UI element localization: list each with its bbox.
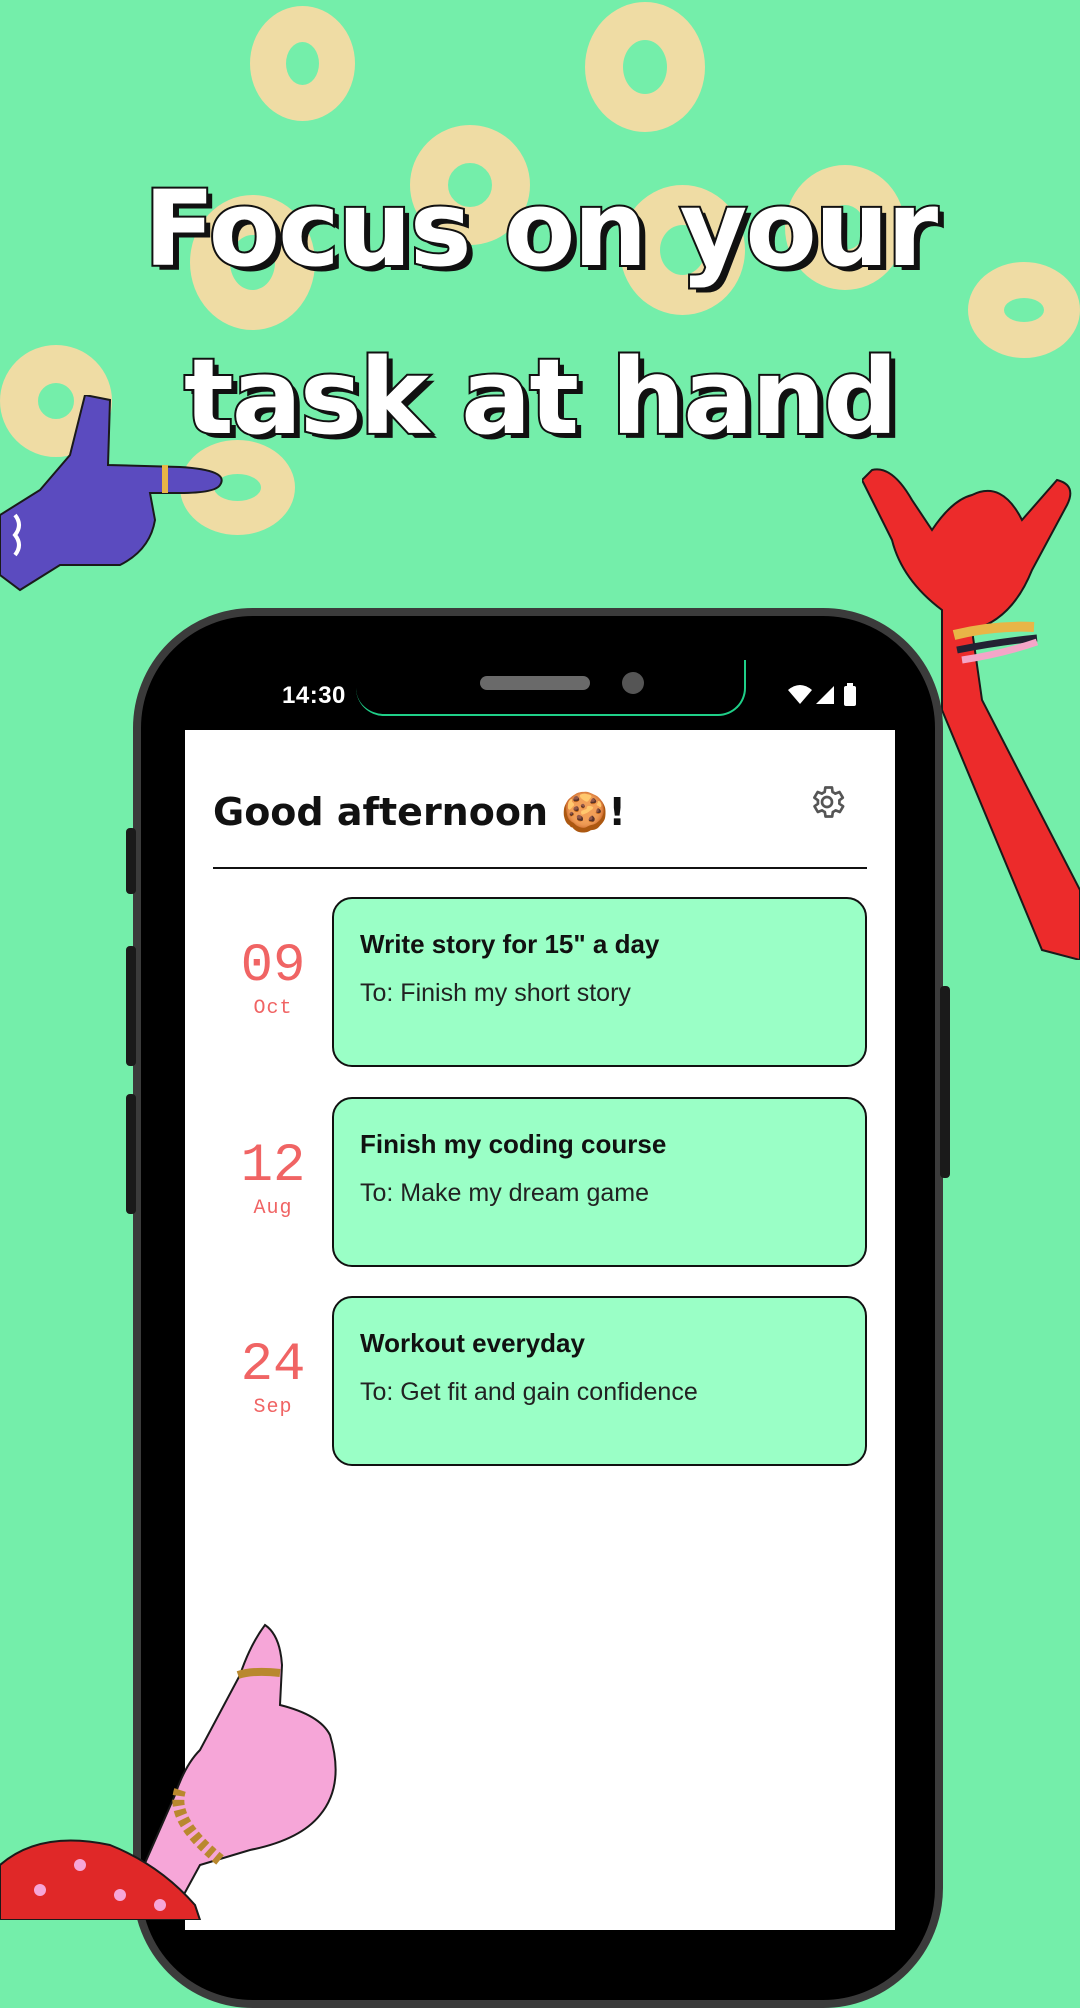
greeting-title: Good afternoon 🍪! — [213, 790, 626, 834]
task-date: 24 Sep — [213, 1335, 333, 1420]
task-card[interactable]: Workout everyday To: Get fit and gain co… — [332, 1296, 867, 1466]
task-month: Aug — [253, 1197, 293, 1220]
task-date: 09 Oct — [213, 936, 333, 1021]
headline-line-1: Focus on your — [142, 166, 940, 292]
task-month: Sep — [253, 1396, 293, 1419]
speaker-grille — [480, 676, 590, 690]
phone-side-button — [126, 828, 136, 894]
phone-side-button — [940, 986, 950, 1178]
task-goal: To: Get fit and gain confidence — [360, 1378, 698, 1406]
signal-icon — [816, 686, 834, 704]
status-time: 14:30 — [282, 682, 346, 709]
task-card[interactable]: Write story for 15" a day To: Finish my … — [332, 897, 867, 1067]
battery-icon — [844, 686, 856, 706]
task-row[interactable]: 24 Sep Workout everyday To: Get fit and … — [185, 1296, 895, 1466]
task-card[interactable]: Finish my coding course To: Make my drea… — [332, 1097, 867, 1267]
task-date: 12 Aug — [213, 1136, 333, 1221]
task-row[interactable]: 09 Oct Write story for 15" a day To: Fin… — [185, 897, 895, 1067]
task-title: Workout everyday — [360, 1328, 585, 1358]
task-day: 09 — [240, 936, 306, 997]
phone-side-button — [126, 946, 136, 1066]
task-goal: To: Finish my short story — [360, 979, 631, 1007]
front-camera — [622, 672, 644, 694]
thumbs-up-hand-illustration — [0, 1623, 337, 1920]
task-title: Write story for 15" a day — [360, 929, 660, 959]
task-day: 24 — [240, 1335, 306, 1396]
task-goal: To: Make my dream game — [360, 1179, 649, 1207]
task-title: Finish my coding course — [360, 1129, 667, 1159]
status-bar: 14:30 — [186, 660, 896, 730]
task-day: 12 — [240, 1136, 306, 1197]
task-month: Oct — [253, 997, 293, 1020]
task-row[interactable]: 12 Aug Finish my coding course To: Make … — [185, 1097, 895, 1267]
phone-side-button — [126, 1094, 136, 1214]
wifi-icon — [788, 685, 812, 704]
pointing-hand-illustration — [0, 395, 223, 592]
decor-ring — [250, 6, 355, 121]
decor-ring — [585, 2, 705, 132]
system-icons — [788, 683, 856, 706]
header-divider — [213, 867, 867, 869]
gear-icon[interactable] — [807, 782, 847, 822]
